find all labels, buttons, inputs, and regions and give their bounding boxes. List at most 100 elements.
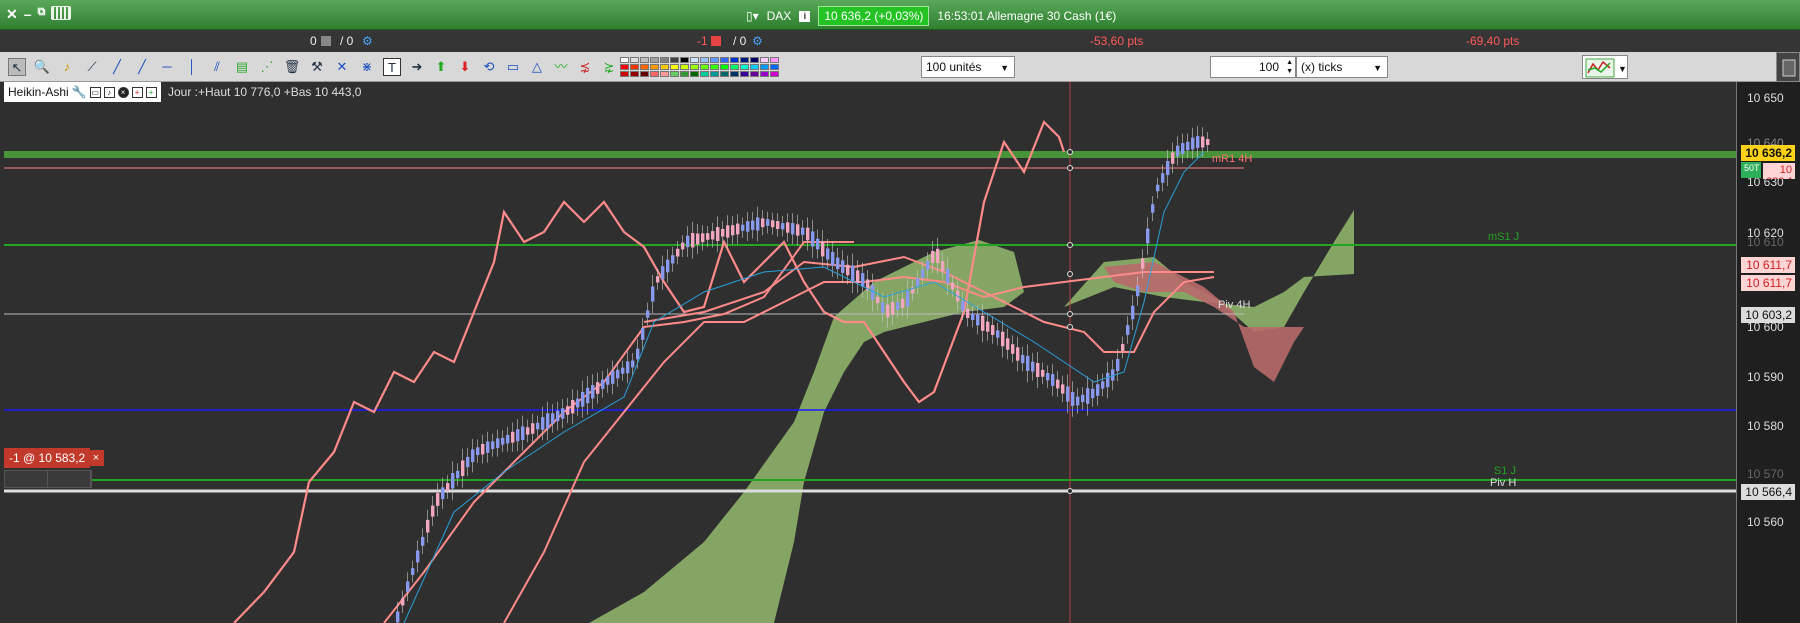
trash-icon[interactable]: 🗑 [283,58,301,76]
order-sub-left[interactable] [5,471,48,487]
color-swatch[interactable] [670,57,679,63]
color-swatch[interactable] [730,71,739,77]
text-tool-icon[interactable]: T [383,58,401,76]
fibonacci-fan-icon[interactable]: ⋨ [576,58,594,76]
phone-icon[interactable]: ▯▾ [746,9,759,23]
minimize-window-button[interactable]: – [24,6,32,23]
fan-tool-icon[interactable]: ⋰ [258,58,276,76]
color-swatch[interactable] [710,64,719,70]
color-swatch[interactable] [650,71,659,77]
fibonacci-tool-icon[interactable]: ▤ [233,58,251,76]
wave-tool-icon[interactable]: 〰 [552,58,570,76]
color-swatch[interactable] [690,64,699,70]
ruler-tool-icon[interactable]: ⟋ [83,58,101,76]
color-swatch[interactable] [760,64,769,70]
color-swatch[interactable] [770,71,779,77]
color-swatch[interactable] [740,64,749,70]
color-swatch[interactable] [700,71,709,77]
arrow-down-icon[interactable]: ⬇ [456,58,474,76]
stepper-arrows-icon[interactable]: ▲ ▼ [1286,58,1293,76]
price-chart[interactable]: mR1 4H mS1 J Piv 4H S1 J Piv H [4,82,1736,623]
horizontal-line-icon[interactable]: ─ [158,58,176,76]
wrench-icon[interactable]: 🔧 [72,85,87,99]
close-position-icon[interactable] [321,36,331,46]
side-panel-toggle[interactable] [1776,52,1800,82]
order-sub-right[interactable] [48,471,91,487]
color-swatch[interactable] [630,71,639,77]
color-swatch[interactable] [650,64,659,70]
order-tag[interactable]: -1 @ 10 583,2 [4,448,91,468]
color-swatch[interactable] [760,71,769,77]
color-palette[interactable] [620,57,779,77]
color-swatch[interactable] [710,57,719,63]
units-select[interactable]: 100 unités ▼ [921,56,1015,78]
magnet-icon[interactable]: ⚒ [308,58,326,76]
segment-tool-icon[interactable]: ╱ [108,58,126,76]
color-swatch[interactable] [720,64,729,70]
color-swatch[interactable] [620,71,629,77]
vertical-line-icon[interactable]: │ [183,58,201,76]
color-swatch[interactable] [700,57,709,63]
alert-bell-icon[interactable]: ♪ [58,58,76,76]
ticks-stepper[interactable]: 100 ▲ ▼ [1210,56,1296,78]
order-sub-buttons[interactable] [4,470,92,488]
color-swatch[interactable] [670,71,679,77]
close-position-icon[interactable] [711,36,721,46]
color-swatch[interactable] [720,71,729,77]
gann-tool-icon[interactable]: ⋩ [600,58,618,76]
price-axis[interactable]: 10 650 10 640 10 630 10 620 10 610 10 60… [1736,82,1800,623]
channel-tool-icon[interactable]: ⫽ [208,58,226,76]
color-swatch[interactable] [710,71,719,77]
arrow-up-icon[interactable]: ⬆ [432,58,450,76]
color-swatch[interactable] [730,64,739,70]
arrow-tool-icon[interactable]: ➜ [408,58,426,76]
zoom-tool-icon[interactable]: 🔍 [33,58,51,76]
color-swatch[interactable] [680,57,689,63]
color-swatch[interactable] [630,64,639,70]
color-swatch[interactable] [770,57,779,63]
color-swatch[interactable] [670,64,679,70]
color-swatch[interactable] [750,71,759,77]
keyboard-icon[interactable] [51,6,72,20]
add-green-icon[interactable]: + [145,86,157,98]
chart-type-button[interactable]: ▼ [1582,55,1628,79]
color-swatch[interactable] [750,64,759,70]
color-swatch[interactable] [660,64,669,70]
color-swatch[interactable] [640,64,649,70]
color-swatch[interactable] [650,57,659,63]
color-swatch[interactable] [620,57,629,63]
color-swatch[interactable] [770,64,779,70]
color-swatch[interactable] [680,71,689,77]
info-icon[interactable]: i [799,10,811,22]
ticks-unit-select[interactable]: (x) ticks ▼ [1296,56,1388,78]
add-indicator-icon[interactable]: + [131,86,143,98]
color-swatch[interactable] [690,71,699,77]
gears-icon[interactable]: ⚙ [752,34,763,48]
color-swatch[interactable] [740,71,749,77]
color-swatch[interactable] [640,57,649,63]
color-swatch[interactable] [720,57,729,63]
window-icon[interactable]: ▭ [89,86,101,98]
color-swatch[interactable] [660,57,669,63]
pointer-tool-icon[interactable]: ↖ [8,58,26,76]
cross-tool-icon[interactable]: ✕ [333,58,351,76]
indicator-label[interactable]: Heikin-Ashi 🔧 ▭ ♪ × + + [4,82,161,102]
line-tool-icon[interactable]: ╱ [133,58,151,76]
color-swatch[interactable] [760,57,769,63]
color-swatch[interactable] [620,64,629,70]
color-swatch[interactable] [740,57,749,63]
chart-canvas[interactable]: mR1 4H mS1 J Piv 4H S1 JPiv H [4,82,1736,623]
triangle-tool-icon[interactable]: △ [528,58,546,76]
color-swatch[interactable] [630,57,639,63]
instrument-name[interactable]: DAX [767,9,792,23]
close-window-button[interactable]: ✕ [6,6,18,23]
cancel-order-button[interactable]: × [88,450,104,466]
color-swatch[interactable] [660,71,669,77]
color-swatch[interactable] [640,71,649,77]
rectangle-tool-icon[interactable]: ▭ [504,58,522,76]
color-swatch[interactable] [690,57,699,63]
restore-window-button[interactable]: ⧉ [38,6,46,23]
rotate-tool-icon[interactable]: ⟲ [480,58,498,76]
pitchfork-icon[interactable]: ⋇ [358,58,376,76]
gears-icon[interactable]: ⚙ [362,34,373,48]
